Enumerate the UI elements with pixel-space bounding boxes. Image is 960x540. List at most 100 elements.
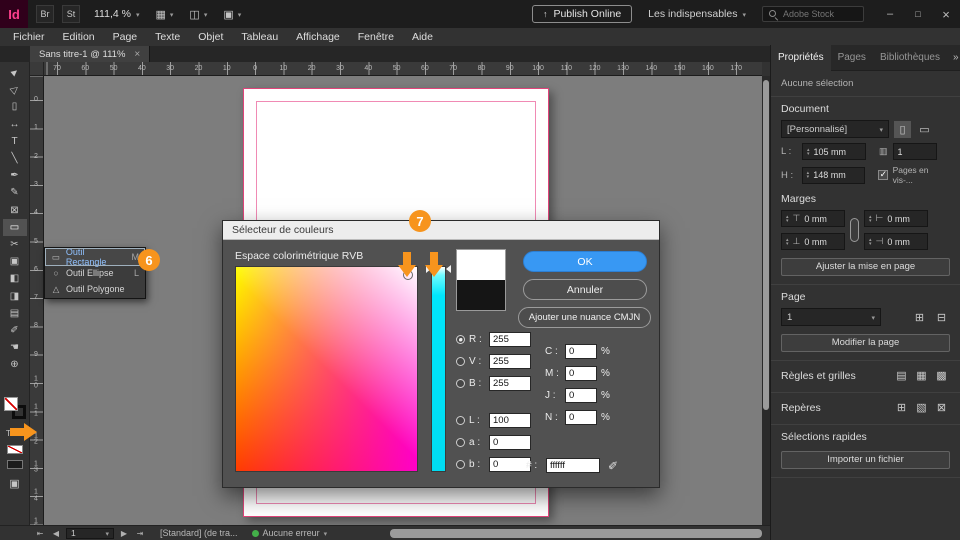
add-cmjn-swatch-button[interactable]: Ajouter une nuance CMJN <box>518 307 651 328</box>
document-preset-dropdown[interactable]: [Personnalisé] <box>781 120 889 138</box>
stepper-arrows-icon[interactable] <box>807 148 810 156</box>
close-tab-icon[interactable] <box>134 49 140 60</box>
stepper-arrows-icon[interactable] <box>869 215 872 223</box>
menu-texte[interactable]: Texte <box>146 31 189 43</box>
pages-count-field[interactable] <box>892 143 937 160</box>
previous-page-button[interactable] <box>50 529 62 538</box>
close-button[interactable] <box>932 0 960 28</box>
restore-button[interactable] <box>904 0 932 28</box>
page-number-dropdown[interactable]: 1 <box>66 527 114 539</box>
import-file-button[interactable]: Importer un fichier <box>781 451 950 469</box>
current-page-dropdown[interactable]: 1 <box>781 308 881 326</box>
menu-tableau[interactable]: Tableau <box>232 31 287 43</box>
frame-edges-dropdown[interactable] <box>189 8 207 21</box>
eyedropper-icon[interactable] <box>608 459 618 473</box>
edit-page-button[interactable]: Modifier la page <box>781 334 950 352</box>
collapse-panel-icon[interactable] <box>947 52 960 63</box>
scissors-tool[interactable]: ✂ <box>3 236 27 253</box>
radio-a[interactable] <box>456 438 465 447</box>
smart-guides-icon[interactable] <box>913 399 930 416</box>
menu-affichage[interactable]: Affichage <box>287 31 349 43</box>
b-lab-value-field[interactable] <box>489 457 531 472</box>
pen-tool[interactable]: ✒ <box>3 167 27 184</box>
menu-edition[interactable]: Edition <box>54 31 104 43</box>
adobe-stock-search[interactable] <box>762 6 864 22</box>
b-value-field[interactable] <box>489 376 531 391</box>
rectangle-tool[interactable]: ▭ <box>2 218 27 236</box>
baseline-grid-icon[interactable] <box>913 367 930 384</box>
preflight-profile-menu[interactable]: [Standard] (de tra... <box>160 528 238 538</box>
publish-online-button[interactable]: Publish Online <box>531 5 633 23</box>
guides-icon[interactable] <box>893 399 910 416</box>
ruler-vertical[interactable]: 01234567891 01 11 21 31 41 5 <box>30 76 44 525</box>
last-page-button[interactable] <box>134 529 146 538</box>
lock-guides-icon[interactable] <box>933 399 950 416</box>
next-page-button[interactable] <box>118 529 130 538</box>
vertical-scrollbar[interactable] <box>762 76 770 525</box>
radio-v[interactable] <box>456 357 465 366</box>
portrait-orientation-button[interactable] <box>894 120 911 138</box>
link-margins-icon[interactable] <box>850 218 859 242</box>
gap-tool[interactable]: ↔ <box>3 116 27 133</box>
flyout-item-rectangle[interactable]: ▭ Outil Rectangle M <box>45 247 145 267</box>
m-value-field[interactable] <box>565 366 597 381</box>
screen-mode-button[interactable] <box>9 477 19 490</box>
margin-outer-stepper[interactable]: 0 mm <box>864 233 928 250</box>
j-value-field[interactable] <box>565 388 597 403</box>
r-value-field[interactable] <box>489 332 531 347</box>
landscape-orientation-button[interactable] <box>916 121 933 138</box>
stock-icon[interactable]: St <box>62 5 80 23</box>
slider-marker-icon[interactable] <box>446 265 451 273</box>
workspace-switcher[interactable]: Les indispensables <box>648 8 746 20</box>
add-page-icon[interactable] <box>911 309 928 326</box>
dialog-title-bar[interactable]: Sélecteur de couleurs <box>223 221 659 240</box>
gradient-feather-tool[interactable]: ◨ <box>3 287 27 304</box>
document-tab[interactable]: Sans titre-1 @ 111% <box>30 46 151 62</box>
eyedropper-tool[interactable]: ✐ <box>3 322 27 339</box>
view-options-dropdown[interactable] <box>156 8 174 21</box>
fill-color-swatch[interactable] <box>3 397 18 412</box>
menu-aide[interactable]: Aide <box>403 31 442 43</box>
apply-color-swatch[interactable] <box>6 460 23 470</box>
ruler-horizontal[interactable]: 70 60 50 40 30 20 10 0 10 20 30 40 50 60 70 80 90 100 110 1… <box>44 62 762 76</box>
rectangle-frame-tool[interactable]: ⊠ <box>3 202 27 219</box>
apply-none-swatch[interactable] <box>6 445 23 455</box>
tab-pages[interactable]: Pages <box>831 45 873 71</box>
menu-fichier[interactable]: Fichier <box>4 31 54 43</box>
vertical-scrollbar-thumb[interactable] <box>763 80 769 410</box>
l-value-field[interactable] <box>489 413 531 428</box>
menu-page[interactable]: Page <box>104 31 147 43</box>
stepper-arrows-icon[interactable] <box>869 238 872 246</box>
free-transform-tool[interactable]: ▣ <box>3 253 27 270</box>
adjust-layout-button[interactable]: Ajuster la mise en page <box>781 258 950 276</box>
bridge-icon[interactable]: Br <box>36 5 54 23</box>
tab-proprietes[interactable]: Propriétés <box>771 44 831 71</box>
cancel-button[interactable]: Annuler <box>523 279 647 300</box>
radio-l[interactable] <box>456 416 465 425</box>
minimize-button[interactable] <box>876 0 904 28</box>
flyout-item-ellipse[interactable]: ○ Outil Ellipse L <box>46 265 144 281</box>
menu-fenetre[interactable]: Fenêtre <box>349 31 403 43</box>
a-value-field[interactable] <box>489 435 531 450</box>
facing-pages-checkbox[interactable] <box>877 169 888 180</box>
v-value-field[interactable] <box>489 354 531 369</box>
stepper-arrows-icon[interactable] <box>807 171 810 179</box>
document-grid-icon[interactable] <box>933 367 950 384</box>
line-tool[interactable]: ╲ <box>3 150 27 167</box>
margin-top-stepper[interactable]: 0 mm <box>781 210 845 227</box>
delete-page-icon[interactable] <box>933 309 950 326</box>
hand-tool[interactable]: ☚ <box>3 339 27 356</box>
radio-r[interactable] <box>456 335 465 344</box>
ruler-icon[interactable] <box>893 367 910 384</box>
width-stepper[interactable]: 105 mm <box>802 143 866 160</box>
screen-mode-dropdown[interactable] <box>223 8 241 21</box>
pencil-tool[interactable]: ✎ <box>3 184 27 201</box>
height-stepper[interactable]: 148 mm <box>801 166 865 184</box>
gradient-swatch-tool[interactable]: ◧ <box>3 270 27 287</box>
c-value-field[interactable] <box>565 344 597 359</box>
n-value-field[interactable] <box>565 410 597 425</box>
stepper-arrows-icon[interactable] <box>786 238 789 246</box>
first-page-button[interactable] <box>34 529 46 538</box>
flyout-item-polygone[interactable]: △ Outil Polygone <box>46 281 144 297</box>
color-spectrum-slider[interactable] <box>426 265 451 472</box>
